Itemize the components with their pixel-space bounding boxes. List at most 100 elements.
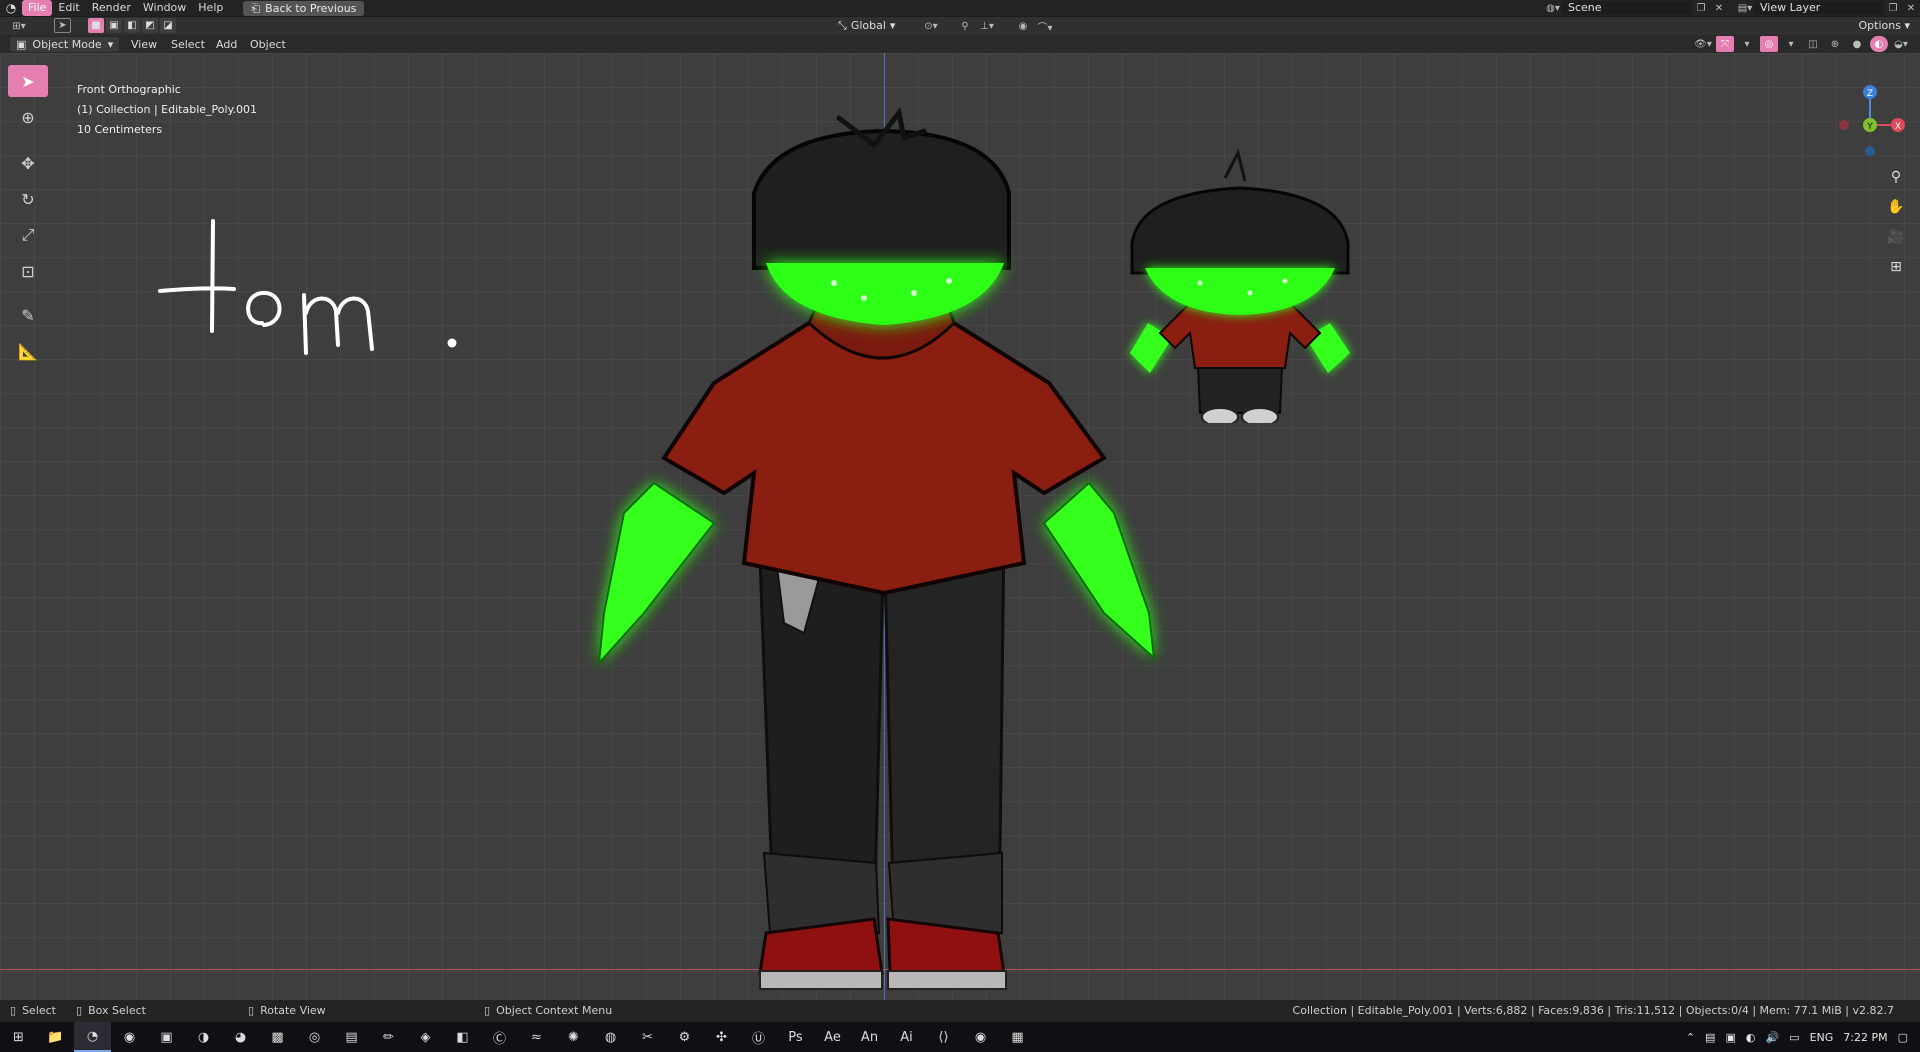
camera-icon[interactable]: 🎥 [1884, 225, 1908, 249]
file-explorer-icon[interactable]: 📁 [37, 1022, 74, 1052]
gizmo-neg-x-icon[interactable] [1839, 120, 1849, 130]
scene-new-icon[interactable]: ❐ [1692, 0, 1710, 16]
app-icon-8[interactable]: Ⓒ [481, 1022, 518, 1052]
menu-select[interactable]: Select [166, 37, 210, 52]
options-dropdown[interactable]: Options ▾ [1859, 18, 1910, 34]
view-layer-browse-icon[interactable]: ▤▾ [1736, 0, 1754, 16]
back-to-previous-button[interactable]: ⎗ Back to Previous [243, 0, 365, 16]
select-extend-icon[interactable]: ▣ [106, 18, 122, 33]
select-invert-icon[interactable]: ◩ [142, 18, 158, 33]
app-icon-4[interactable]: ◑ [185, 1022, 222, 1052]
pivot-point-icon[interactable]: ⊙▾ [922, 18, 940, 34]
wireframe-shading-icon[interactable]: ⊕ [1826, 36, 1844, 52]
clock[interactable]: 7:22 PM [1843, 1031, 1887, 1044]
scene-browse-icon[interactable]: ◍▾ [1544, 0, 1562, 16]
menu-view[interactable]: View [126, 37, 162, 52]
steam-icon[interactable]: ◎ [296, 1022, 333, 1052]
app-icon-10[interactable]: ✺ [555, 1022, 592, 1052]
tray-chevron-icon[interactable]: ⌃ [1686, 1031, 1695, 1044]
xray-icon[interactable]: ◫ [1804, 36, 1822, 52]
overlay-toggle-icon[interactable]: ◎ [1760, 36, 1778, 52]
menu-render[interactable]: Render [86, 0, 137, 16]
animate-icon[interactable]: An [851, 1022, 888, 1052]
transform-orientation-dropdown[interactable]: ⤡ Global ▾ [838, 18, 895, 34]
app-icon-11[interactable]: ✂ [629, 1022, 666, 1052]
gizmo-toggle-icon[interactable]: ⤧ [1716, 36, 1734, 52]
overlay-dropdown-icon[interactable]: ▾ [1782, 36, 1800, 52]
visibility-icon[interactable]: 👁▾ [1694, 36, 1712, 52]
select-tool-icon[interactable]: ➤ [54, 18, 71, 33]
tool-settings-bar: ⊞▾ ➤ ■ ▣ ◧ ◩ ◪ ⤡ Global ▾ ⊙▾ ⚲ ⊥▾ ◉ ⌒▾ O… [0, 17, 1920, 35]
proportional-edit-icon[interactable]: ◉ [1014, 18, 1032, 34]
transform-tool-icon[interactable]: ⊡ [8, 255, 48, 287]
scene-delete-icon[interactable]: ✕ [1710, 0, 1728, 16]
pencil-app-icon[interactable]: ✏ [370, 1022, 407, 1052]
select-box-tool-icon[interactable]: ➤ [8, 65, 48, 97]
grid-view-icon[interactable]: ⊞ [1884, 255, 1908, 279]
select-intersect-icon[interactable]: ◪ [160, 18, 176, 33]
move-tool-icon[interactable]: ✥ [8, 147, 48, 179]
menu-help[interactable]: Help [192, 0, 229, 16]
epic-games-icon[interactable]: ▦ [999, 1022, 1036, 1052]
gizmo-neg-z-icon[interactable] [1865, 146, 1875, 156]
notification-icon[interactable]: ▢ [1898, 1031, 1908, 1044]
character-model-small[interactable] [1120, 123, 1360, 423]
firefox-icon[interactable]: ◕ [222, 1022, 259, 1052]
after-effects-icon[interactable]: Ae [814, 1022, 851, 1052]
app-icon-3[interactable]: ▣ [148, 1022, 185, 1052]
discord-tray-icon[interactable]: ◐ [1746, 1031, 1756, 1044]
menu-window[interactable]: Window [137, 0, 192, 16]
app-icon-9[interactable]: ≈ [518, 1022, 555, 1052]
vscode-icon[interactable]: ⟨⟩ [925, 1022, 962, 1052]
unreal-icon[interactable]: Ⓤ [740, 1022, 777, 1052]
tray-app-icon-2[interactable]: ▣ [1725, 1031, 1735, 1044]
menu-edit[interactable]: Edit [52, 0, 85, 16]
navigation-gizmo[interactable]: Z Y X [1820, 77, 1910, 157]
select-subtract-icon[interactable]: ◧ [124, 18, 140, 33]
scene-statistics: Collection | Editable_Poly.001 | Verts:6… [1292, 1004, 1894, 1017]
menu-file[interactable]: File [22, 0, 53, 16]
app-icon-12[interactable]: ⚙ [666, 1022, 703, 1052]
measure-tool-icon[interactable]: 📐 [8, 335, 48, 367]
snap-toggle-icon[interactable]: ⚲ [956, 18, 974, 34]
minecraft-icon[interactable]: ▩ [259, 1022, 296, 1052]
language-indicator[interactable]: ENG [1810, 1031, 1834, 1044]
zoom-icon[interactable]: ⚲ [1884, 165, 1908, 189]
obs-icon[interactable]: ◉ [962, 1022, 999, 1052]
illustrator-icon[interactable]: Ai [888, 1022, 925, 1052]
blender-taskbar-icon[interactable]: ◔ [74, 1022, 111, 1052]
editor-type-icon[interactable]: ⊞▾ [10, 18, 28, 34]
cursor-tool-icon[interactable]: ⊕ [8, 101, 48, 133]
view-layer-new-icon[interactable]: ❐ [1884, 0, 1902, 16]
rotate-tool-icon[interactable]: ↻ [8, 183, 48, 215]
annotate-tool-icon[interactable]: ✎ [8, 299, 48, 331]
scale-tool-icon[interactable]: ⤢ [8, 219, 48, 251]
view-layer-delete-icon[interactable]: ✕ [1902, 0, 1920, 16]
select-new-icon[interactable]: ■ [88, 18, 104, 33]
tray-app-icon[interactable]: ▤ [1705, 1031, 1715, 1044]
app-icon-5[interactable]: ▤ [333, 1022, 370, 1052]
3d-viewport[interactable]: Front Orthographic (1) Collection | Edit… [0, 53, 1920, 1000]
scene-name-field[interactable]: Scene [1562, 1, 1692, 15]
blender-logo-icon[interactable]: ◔ [0, 0, 22, 16]
start-windows-icon[interactable]: ⊞ [0, 1022, 37, 1052]
volume-icon[interactable]: 🔊 [1765, 1031, 1779, 1044]
photoshop-icon[interactable]: Ps [777, 1022, 814, 1052]
chrome-icon[interactable]: ◍ [592, 1022, 629, 1052]
solid-shading-icon[interactable]: ● [1848, 36, 1866, 52]
app-icon-13[interactable]: ✣ [703, 1022, 740, 1052]
pan-hand-icon[interactable]: ✋ [1884, 195, 1908, 219]
material-shading-icon[interactable]: ◐ [1870, 36, 1888, 52]
rendered-shading-icon[interactable]: ◒▾ [1892, 36, 1910, 52]
view-layer-field[interactable]: View Layer [1754, 1, 1884, 15]
gizmo-dropdown-icon[interactable]: ▾ [1738, 36, 1756, 52]
falloff-icon[interactable]: ⌒▾ [1036, 18, 1054, 34]
menu-object[interactable]: Object [245, 37, 291, 52]
menu-add[interactable]: Add [211, 37, 242, 52]
app-icon-6[interactable]: ◈ [407, 1022, 444, 1052]
network-icon[interactable]: ▭ [1789, 1031, 1799, 1044]
app-icon-7[interactable]: ◧ [444, 1022, 481, 1052]
app-icon-2[interactable]: ◉ [111, 1022, 148, 1052]
object-mode-dropdown[interactable]: ▣ Object Mode ▾ [10, 37, 120, 52]
snap-target-icon[interactable]: ⊥▾ [978, 18, 996, 34]
